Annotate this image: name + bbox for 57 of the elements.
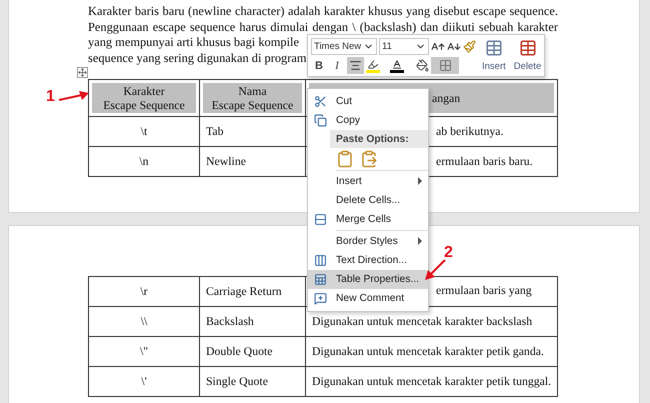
delete-button[interactable]: Delete [512,38,544,73]
paragraph-line: Penggunaan escape sequence harus dimulai dengan \ (backslash) dan diikuti sebuah karakter [88,20,558,35]
submenu-arrow-icon [418,177,422,185]
menu-item[interactable]: Merge Cells [308,210,428,229]
table-cell: Carriage Return [200,276,306,306]
table-cell: \r [88,276,200,306]
column-header: Nama Escape Sequence [200,80,306,116]
italic-button[interactable]: I [329,57,345,74]
table-cell: Backslash [200,306,306,336]
comment-icon [314,292,327,305]
table-cell: \" [88,336,200,366]
paragraph-line: yang mempunyai arti khusus bagi kompile [88,35,299,50]
menu-item[interactable]: Cut [308,92,428,111]
grid-icon [438,59,452,72]
menu-item[interactable]: Delete Cells... [308,191,428,210]
menu-section-header: Paste Options: [330,130,428,148]
annotation-number: 2 [444,244,453,262]
text-direction-icon [314,254,327,267]
table-cell: Digunakan untuk mencetak karakter petik ganda. [306,336,558,366]
highlighter-icon[interactable] [366,58,380,72]
table-icon [314,273,327,286]
bold-button[interactable]: B [311,57,327,74]
table-cell: \n [88,146,200,176]
table-icon [518,39,536,57]
annotation-arrow [58,90,90,104]
menu-item[interactable]: Text Direction... [308,251,428,270]
table-cell: \t [88,116,200,146]
copy-icon [314,114,327,127]
paragraph-line: Karakter baris baru (newline character) adalah karakter khusus yang disebut escape sequence. [88,4,558,20]
font-color-icon[interactable] [390,58,404,72]
align-center-button[interactable] [347,57,364,74]
table-cell: Double Quote [200,336,306,366]
insert-button[interactable]: Insert [480,38,508,73]
paragraph-line: sequence yang sering digunakan di program [88,50,306,66]
annotation-arrow [424,259,446,281]
paint-bucket-icon[interactable] [416,59,429,72]
column-header: Karakter Escape Sequence [88,80,200,116]
table-cell: Tab [200,116,306,146]
table-cell: Digunakan untuk mencetak karakter petik tunggal. [306,366,558,396]
table-icon [484,39,503,57]
table-cell: \' [88,366,200,396]
table-move-icon[interactable] [77,67,88,78]
clipboard-icon[interactable] [336,150,354,168]
menu-item[interactable]: New Comment [308,289,428,308]
table-cell: Newline [200,146,306,176]
align-center-icon [349,59,362,72]
clipboard-picture-icon[interactable] [360,150,378,168]
font-dropdown[interactable]: Times New [311,38,377,55]
menu-item[interactable]: Border Styles [308,232,428,251]
merge-cells-icon [314,213,327,226]
table-cell: Single Quote [200,366,306,396]
annotation-number: 1 [46,88,55,106]
scissors-icon [314,95,327,108]
submenu-arrow-icon [418,237,422,245]
menu-item[interactable]: Table Properties... [308,270,428,289]
font-size-dropdown[interactable]: 11 [379,38,429,55]
table-cell: \\ [88,306,200,336]
